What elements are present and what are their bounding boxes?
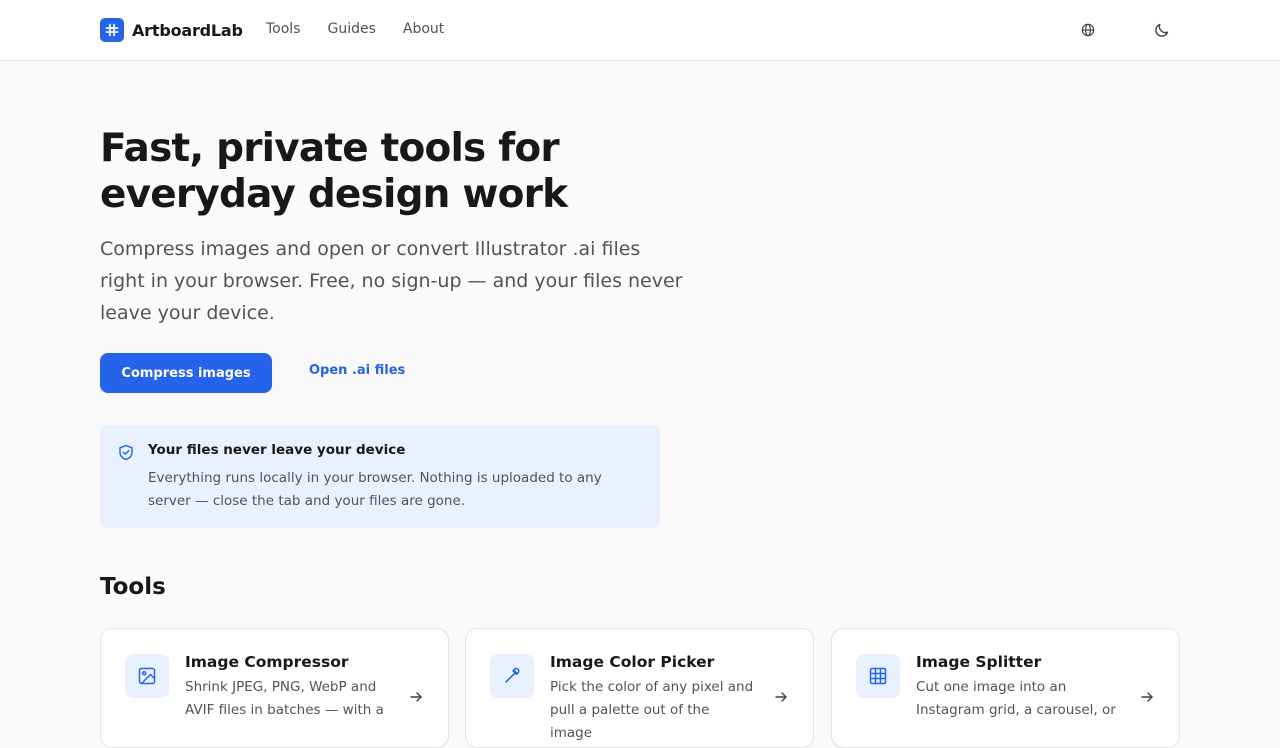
hash-icon <box>100 18 124 42</box>
site-header: ArtboardLab Tools Guides About <box>0 0 1280 61</box>
card-description: Cut one image into an Instagram grid, a … <box>916 679 1116 718</box>
grid-icon <box>856 654 900 698</box>
nav-tools[interactable]: Tools <box>266 21 301 37</box>
open-ai-files-link[interactable]: Open .ai files <box>309 363 405 378</box>
eyedropper-icon <box>490 654 534 698</box>
image-icon <box>125 654 169 698</box>
arrow-right-icon <box>1140 689 1154 708</box>
compress-images-button[interactable]: Compress images <box>100 353 272 393</box>
arrow-right-icon <box>774 689 788 708</box>
hero-title: Fast, private tools for everyday design … <box>100 126 568 217</box>
card-description: Shrink JPEG, PNG, WebP and AVIF files in… <box>185 679 384 718</box>
tool-card-image-splitter[interactable]: Image Splitter Cut one image into an Ins… <box>831 628 1180 748</box>
tool-card-image-color-picker[interactable]: Image Color Picker Pick the color of any… <box>465 628 814 748</box>
card-description: Pick the color of any pixel and pull a p… <box>550 679 754 741</box>
card-title: Image Color Picker <box>550 653 715 671</box>
nav-about[interactable]: About <box>403 21 444 37</box>
main-nav: Tools Guides About <box>266 21 471 37</box>
privacy-body: Everything runs locally in your browser.… <box>148 470 602 509</box>
privacy-title: Your files never leave your device <box>148 442 406 458</box>
nav-guides[interactable]: Guides <box>328 21 376 37</box>
moon-icon[interactable] <box>1152 20 1172 40</box>
hero-subtitle: Compress images and open or convert Illu… <box>100 238 683 324</box>
card-title: Image Compressor <box>185 653 349 671</box>
tools-heading: Tools <box>100 574 166 600</box>
privacy-callout: Your files never leave your device Every… <box>100 425 660 528</box>
brand-name: ArtboardLab <box>132 20 243 40</box>
card-title: Image Splitter <box>916 653 1042 671</box>
tool-card-image-compressor[interactable]: Image Compressor Shrink JPEG, PNG, WebP … <box>100 628 449 748</box>
arrow-right-icon <box>409 689 423 708</box>
globe-icon[interactable] <box>1078 20 1098 40</box>
shield-check-icon <box>118 444 134 465</box>
brand-logo[interactable]: ArtboardLab <box>100 18 243 42</box>
